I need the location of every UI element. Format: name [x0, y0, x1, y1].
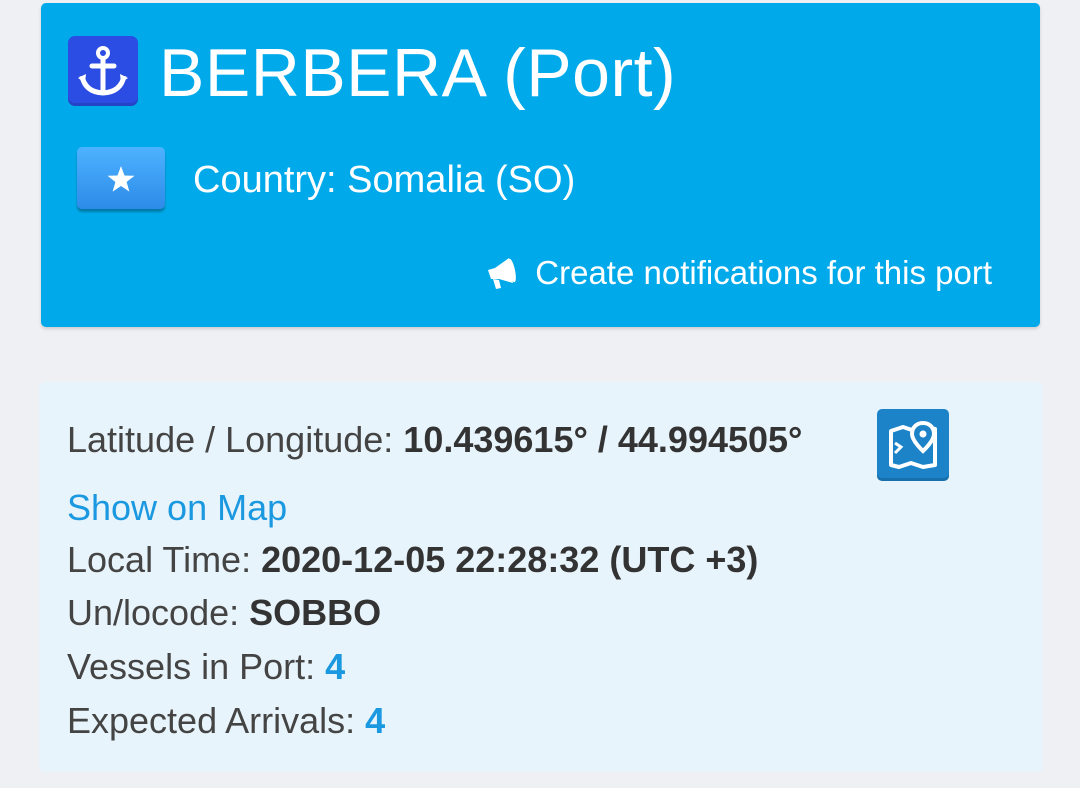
- create-notifications-link[interactable]: Create notifications for this port: [485, 253, 992, 293]
- locode-label: Un/locode:: [67, 592, 240, 633]
- latlon-row: Latitude / Longitude: 10.439615° / 44.99…: [67, 418, 802, 462]
- port-info-card: Latitude / Longitude: 10.439615° / 44.99…: [39, 382, 1043, 772]
- show-on-map-link[interactable]: Show on Map: [67, 486, 287, 530]
- vessels-row: Vessels in Port: 4: [67, 645, 345, 689]
- map-pin-icon[interactable]: [877, 409, 949, 481]
- port-header-card: BERBERA (Port) Country: Somalia (SO) Cre…: [41, 3, 1040, 327]
- somalia-flag-icon: [77, 147, 165, 209]
- local-time-label: Local Time:: [67, 539, 252, 580]
- latlon-value: 10.439615° / 44.994505°: [403, 419, 803, 460]
- country-label: Country: Somalia (SO): [193, 159, 576, 201]
- arrivals-row: Expected Arrivals: 4: [67, 699, 385, 743]
- locode-row: Un/locode: SOBBO: [67, 591, 381, 635]
- megaphone-icon: [485, 255, 521, 291]
- create-notifications-label: Create notifications for this port: [535, 254, 992, 291]
- vessels-in-port-link[interactable]: 4: [325, 646, 345, 687]
- page-title: BERBERA (Port): [159, 35, 677, 111]
- latlon-label: Latitude / Longitude:: [67, 419, 394, 460]
- vessels-label: Vessels in Port:: [67, 646, 316, 687]
- arrivals-label: Expected Arrivals:: [67, 700, 356, 741]
- local-time-row: Local Time: 2020-12-05 22:28:32 (UTC +3): [67, 538, 758, 582]
- locode-value: SOBBO: [249, 592, 382, 633]
- expected-arrivals-link[interactable]: 4: [365, 700, 385, 741]
- local-time-value: 2020-12-05 22:28:32 (UTC +3): [261, 539, 759, 580]
- anchor-icon: [68, 36, 138, 106]
